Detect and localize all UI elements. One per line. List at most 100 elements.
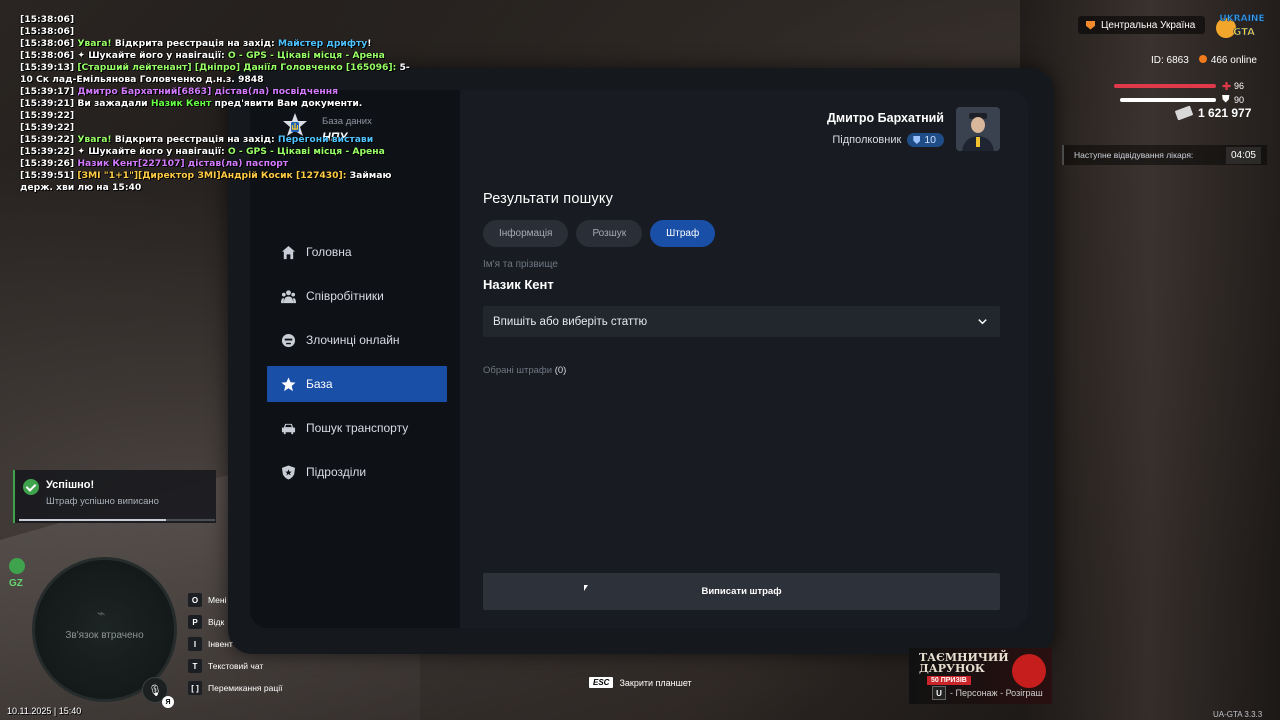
hotkey-row: P Відк xyxy=(188,611,282,633)
notification-title: Успішно! xyxy=(46,479,95,491)
nav-item-label: Співробітники xyxy=(306,289,384,303)
chat-segment: Відкрита реєстрація на захід: xyxy=(111,38,278,49)
results-title: Результати пошуку xyxy=(483,191,614,207)
nav-item-4[interactable]: Пошук транспорту xyxy=(267,410,447,446)
user-rank: Підполковник xyxy=(832,134,902,146)
avatar xyxy=(956,107,1000,151)
gift-hint-label: - Персонаж - Розіграш xyxy=(950,688,1043,698)
success-notification: Успішно! Штраф успішно виписано xyxy=(13,470,216,523)
chevron-down-icon xyxy=(978,319,987,325)
chat-segment: O - GPS - Цікаві місця - Арена xyxy=(227,146,385,157)
gift-mascot-icon xyxy=(1012,654,1046,688)
selected-fines-label: Обрані штрафи xyxy=(483,365,553,376)
hotkey-label: Відк xyxy=(208,617,225,627)
chat-line: [15:39:22] ✦ Шукайте його у навігації: O… xyxy=(20,146,420,158)
player-id: ID: 6863 xyxy=(1151,55,1189,66)
player-id-line: ID: 6863 466 online xyxy=(1151,55,1257,66)
chat-segment: [15:38:06] xyxy=(20,14,75,25)
hotkey-row: I Інвент xyxy=(188,633,282,655)
nav-item-label: База xyxy=(306,377,333,391)
cash-icon xyxy=(1174,105,1194,121)
article-select-placeholder: Впишіть або виберіть статтю xyxy=(493,315,648,328)
star-icon xyxy=(281,376,296,391)
location-pin-icon xyxy=(1086,20,1095,30)
nav-item-0[interactable]: Головна xyxy=(267,234,447,270)
region-indicator: Центральна Україна xyxy=(1078,16,1206,34)
hotkey-key: O xyxy=(188,593,202,607)
region-name: Центральна Україна xyxy=(1101,19,1196,31)
chat-segment: Увага! xyxy=(77,38,112,49)
chat-segment: Ви зажадали xyxy=(77,98,151,109)
minimap-status: Зв'язок втрачено xyxy=(65,630,144,641)
hotkey-label: Текстовий чат xyxy=(208,661,264,671)
people-icon xyxy=(281,289,296,303)
chat-segment: [15:38:06] xyxy=(20,50,78,61)
money-value: 1 621 977 xyxy=(1198,106,1252,120)
nav-item-5[interactable]: Підрозділи xyxy=(267,454,447,490)
user-card: Дмитро Бархатний Підполковник 10 xyxy=(827,107,1000,151)
notification-progress xyxy=(19,519,215,521)
nav-item-3[interactable]: База xyxy=(267,366,447,402)
tab-0[interactable]: Інформація xyxy=(483,220,569,247)
chat-line: [15:38:06] ✦ Шукайте його у навігації: O… xyxy=(20,50,420,62)
close-tablet-hint[interactable]: ESC Закрити планшет xyxy=(589,677,692,688)
chat-line: [15:39:17] Дмитро Бархатний[6863] дістав… xyxy=(20,86,420,98)
esc-key: ESC xyxy=(589,677,614,688)
chat-segment: [ЗМІ "1+1"][Директор ЗМІ]Андрій Косик [1… xyxy=(77,170,347,181)
chat-segment: ✦ Шукайте його у навігації: xyxy=(77,146,228,157)
chat-segment: [15:38:06] xyxy=(20,26,75,37)
chat-line: [15:39:22] xyxy=(20,122,420,134)
health-bar xyxy=(1114,84,1216,88)
date-time: 10.11.2025 | 15:40 xyxy=(7,706,82,716)
ukraine-gta-logo: UKRAINE GTA xyxy=(1216,14,1265,38)
chat-segment: [15:39:22] xyxy=(20,146,78,157)
gift-hint: U - Персонаж - Розіграш xyxy=(932,686,1043,700)
user-rank-line: Підполковник 10 xyxy=(827,133,944,147)
online-count: 466 online xyxy=(1198,55,1257,66)
nav-item-label: Підрозділи xyxy=(306,465,367,479)
no-signal-icon: ⌁ xyxy=(97,605,106,621)
chat-line: [15:38:06] Увага! Відкрита реєстрація на… xyxy=(20,38,420,50)
chat-segment: пред'явити Вам документи. xyxy=(211,98,363,109)
nav-item-2[interactable]: Злочинці онлайн xyxy=(267,322,447,358)
chat-segment: Майстер дрифту xyxy=(277,38,368,49)
chat-segment: ✦ Шукайте його у навігації: xyxy=(77,50,228,61)
shield-icon xyxy=(913,136,921,144)
hotkey-row: [ ] Перемикання рації xyxy=(188,677,282,699)
health-value: 96 xyxy=(1234,81,1245,91)
health-icon: ✚ xyxy=(1222,81,1232,93)
hotkey-key: [ ] xyxy=(188,681,202,695)
car-icon xyxy=(281,423,296,434)
gift-badge: 50 ПРИЗІВ xyxy=(927,676,971,685)
chat-segment: [15:38:06] xyxy=(20,38,78,49)
tablet-content: Дмитро Бархатний Підполковник 10 Результ… xyxy=(460,90,1028,628)
tab-2[interactable]: Штраф xyxy=(650,220,716,247)
tab-1[interactable]: Розшук xyxy=(576,220,643,247)
chat-segment: Відкрита реєстрація на захід: xyxy=(111,134,278,145)
hotkey-key: T xyxy=(188,659,202,673)
chat-log: [15:38:06] [15:38:06] [15:38:06] Увага! Ві… xyxy=(20,14,420,194)
selected-fines: Обрані штрафи (0) xyxy=(483,365,566,376)
issue-fine-button[interactable]: Виписати штраф xyxy=(483,573,1000,610)
doctor-time: 04:05 xyxy=(1225,146,1261,164)
nav-item-1[interactable]: Співробітники xyxy=(267,278,447,314)
chat-line: [15:39:22] xyxy=(20,110,420,122)
name-label: Ім'я та прізвище xyxy=(483,259,558,270)
chat-segment: [15:39:17] xyxy=(20,86,78,97)
chat-segment: [Старший лейтенант] [Дніпро] Даніїл Голо… xyxy=(77,62,397,73)
article-select[interactable]: Впишіть або виберіть статтю xyxy=(483,306,1000,337)
gift-key: U xyxy=(932,686,946,700)
close-tablet-label: Закрити планшет xyxy=(619,677,692,688)
user-name: Дмитро Бархатний xyxy=(826,111,944,125)
online-dot-icon xyxy=(1198,55,1207,63)
user-level-badge: 10 xyxy=(907,133,944,147)
result-tabs: Інформація Розшук Штраф xyxy=(483,220,716,247)
selected-fines-count: (0) xyxy=(554,365,567,376)
nav-item-label: Пошук транспорту xyxy=(306,421,409,435)
tablet-nav: Головна Співробітники Злочинці онлайн База П… xyxy=(267,234,447,498)
armor-icon: ⛊ xyxy=(1222,94,1230,105)
chat-segment: ! xyxy=(367,38,372,49)
mouse-cursor-icon xyxy=(584,585,588,591)
hotkey-key: P xyxy=(188,615,202,629)
chat-line: [15:39:22] Увага! Відкрита реєстрація на… xyxy=(20,134,420,146)
